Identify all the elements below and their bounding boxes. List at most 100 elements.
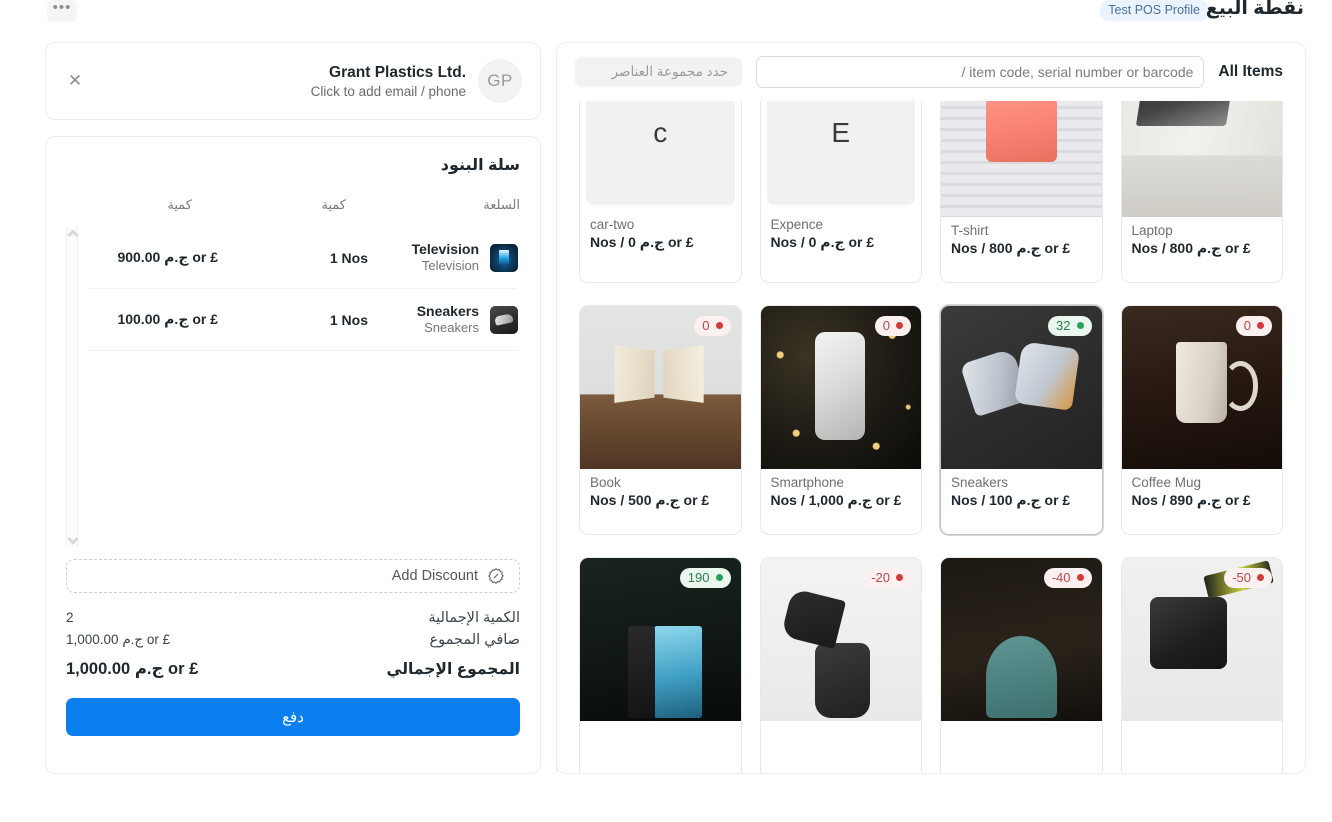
stock-status-dot-icon <box>715 322 723 329</box>
item-name: Coffee Mug <box>1131 475 1202 490</box>
stock-status-dot-icon <box>896 574 903 581</box>
percent-badge-icon <box>487 567 505 585</box>
item-price: £ or ج.م 0 / Nos <box>770 234 875 250</box>
pay-button[interactable]: دفع <box>66 698 520 736</box>
cart-row-amount: £ or ج.م 900.00 <box>117 249 218 266</box>
customer-name: Grant Plastics Ltd. <box>329 63 466 81</box>
stock-badge: 32 <box>1048 316 1092 336</box>
stock-count: 0 <box>702 318 710 333</box>
item-meta: Book £ or ج.م 500 / Nos <box>580 469 741 509</box>
grand-total-label: المجموع الإجمالي <box>386 661 520 678</box>
item-card[interactable]: 0 Smartphone £ or ج.م 1,000 / Nos <box>759 305 922 535</box>
search-input[interactable] <box>756 56 1205 88</box>
item-price: £ or ج.م 890 / Nos <box>1131 492 1251 508</box>
item-group-select[interactable]: حدد مجموعة العناصر <box>575 57 742 87</box>
item-card[interactable]: -40 <box>940 557 1103 773</box>
items-grid: Laptop £ or ج.م 800 / Nos T-shirt £ or ج.م … <box>579 101 1283 773</box>
cart-scrollbar[interactable] <box>66 227 79 547</box>
customer-texts: Grant Plastics Ltd. Click to add email /… <box>86 63 466 99</box>
stock-status-dot-icon <box>715 574 723 581</box>
total-row: صافي المجموع £ or ج.م 1,000.00 <box>66 629 520 651</box>
grand-total-value: £ or ج.م 1,000.00 <box>66 660 199 678</box>
pos-profile-badge: Test POS Profile <box>1100 0 1208 21</box>
stock-count: 0 <box>882 318 890 333</box>
item-meta: T-shirt £ or ج.م 800 / Nos <box>941 217 1102 257</box>
item-group-placeholder: حدد مجموعة العناصر <box>611 64 728 79</box>
cart-panel: GP Grant Plastics Ltd. Click to add emai… <box>45 42 541 774</box>
customer-card[interactable]: GP Grant Plastics Ltd. Click to add emai… <box>45 42 541 120</box>
cart-row-name: Television <box>411 241 479 257</box>
item-thumbnail-icon <box>490 305 518 334</box>
cart-row-name: Sneakers <box>416 303 479 320</box>
item-card[interactable]: 0 Book £ or ج.م 500 / Nos <box>579 305 742 535</box>
item-price: £ or ج.م 0 / Nos <box>590 234 694 250</box>
item-card[interactable]: 0 Coffee Mug £ or ج.م 890 / Nos <box>1120 305 1283 535</box>
stock-count: 0 <box>1243 318 1251 333</box>
cart-row[interactable]: Sneakers Sneakers 1 Nos £ or ج.م 100.00 <box>88 289 518 352</box>
cart-row-item: Sneakers Sneakers <box>368 302 518 337</box>
item-card[interactable]: -50 <box>1120 557 1283 773</box>
close-icon[interactable]: ✕ <box>64 70 86 92</box>
ellipsis-icon[interactable]: ••• <box>47 0 77 22</box>
items-grid-wrapper: Laptop £ or ج.م 800 / Nos T-shirt £ or ج.م … <box>557 101 1305 773</box>
cart-row-item: Television Television <box>368 240 518 275</box>
item-name: Laptop <box>1131 223 1173 238</box>
item-card[interactable]: T-shirt £ or ج.م 800 / Nos <box>940 101 1103 283</box>
item-meta: Smartphone £ or ج.م 1,000 / Nos <box>761 469 922 509</box>
add-discount-button[interactable]: Add Discount <box>66 559 520 593</box>
cart-totals: الكمية الإجمالية 2 صافي المجموع £ or ج.م 1,… <box>66 607 520 651</box>
item-card[interactable]: c car-two £ or ج.م 0 / Nos <box>579 101 742 283</box>
items-panel-header: All Items حدد مجموعة العناصر <box>557 43 1305 101</box>
item-card[interactable]: Laptop £ or ج.م 800 / Nos <box>1120 101 1283 283</box>
item-meta: car-two £ or ج.م 0 / Nos <box>580 211 741 251</box>
item-name: Book <box>590 475 621 490</box>
item-image-placeholder: c <box>586 101 735 205</box>
item-card[interactable]: E Expence £ or ج.م 0 / Nos <box>759 101 922 283</box>
item-price: £ or ج.م 500 / Nos <box>590 492 710 508</box>
cart-row-qty[interactable]: 1 Nos <box>218 250 368 266</box>
stock-badge: -20 <box>863 568 911 588</box>
scroll-down-icon[interactable] <box>67 533 79 545</box>
cart-row-code: Sneakers <box>424 320 479 336</box>
item-meta <box>1122 721 1283 729</box>
item-price: £ or ج.م 800 / Nos <box>1131 240 1251 256</box>
grand-total-row: المجموع الإجمالي £ or ج.م 1,000.00 <box>66 651 520 682</box>
item-meta <box>580 721 741 729</box>
item-name: Sneakers <box>951 475 1009 490</box>
cart-row-code: Television <box>421 258 479 274</box>
stock-count: 32 <box>1056 318 1071 333</box>
cart-title: سلة البنود <box>440 157 520 174</box>
item-card[interactable]: -20 <box>759 557 922 773</box>
customer-contact-hint[interactable]: Click to add email / phone <box>86 84 466 99</box>
stock-status-dot-icon <box>896 322 903 329</box>
item-card[interactable]: 32 Sneakers £ or ج.م 100 / Nos <box>940 305 1103 535</box>
cart-row[interactable]: Television Television 1 Nos £ or ج.م 900.00 <box>88 227 518 290</box>
scroll-up-icon[interactable] <box>67 229 79 241</box>
stock-badge: -40 <box>1043 568 1092 588</box>
item-card[interactable]: 190 <box>579 557 742 773</box>
item-price: £ or ج.م 100 / Nos <box>951 492 1071 508</box>
column-header-qty: كمية <box>321 197 346 212</box>
stock-status-dot-icon <box>1257 322 1264 329</box>
item-image <box>1121 101 1282 217</box>
item-thumbnail-icon <box>490 243 518 272</box>
stock-count: -50 <box>1232 570 1251 585</box>
total-value: £ or ج.م 1,000.00 <box>66 632 171 647</box>
page-title: نقطة البيع <box>1205 0 1304 19</box>
item-meta: Coffee Mug £ or ج.م 890 / Nos <box>1122 469 1283 509</box>
cart-row-amount: £ or ج.م 100.00 <box>117 311 218 328</box>
avatar: GP <box>478 59 522 103</box>
item-meta <box>941 721 1102 729</box>
cart-items-card: سلة البنود السلعة كمية كمية Television Te… <box>45 136 541 774</box>
cart-row-names: Sneakers Sneakers <box>417 302 479 337</box>
item-meta: Laptop £ or ج.م 800 / Nos <box>1122 217 1283 257</box>
cart-row-qty[interactable]: 1 Nos <box>218 312 368 328</box>
item-meta <box>761 721 922 729</box>
stock-badge: 0 <box>694 316 731 336</box>
stock-badge: 0 <box>1235 316 1272 336</box>
add-discount-label: Add Discount <box>391 568 478 584</box>
stock-status-dot-icon <box>1076 574 1084 581</box>
item-image <box>941 101 1102 217</box>
stock-badge: 190 <box>679 568 731 588</box>
items-panel: All Items حدد مجموعة العناصر Laptop £ or … <box>556 42 1306 774</box>
